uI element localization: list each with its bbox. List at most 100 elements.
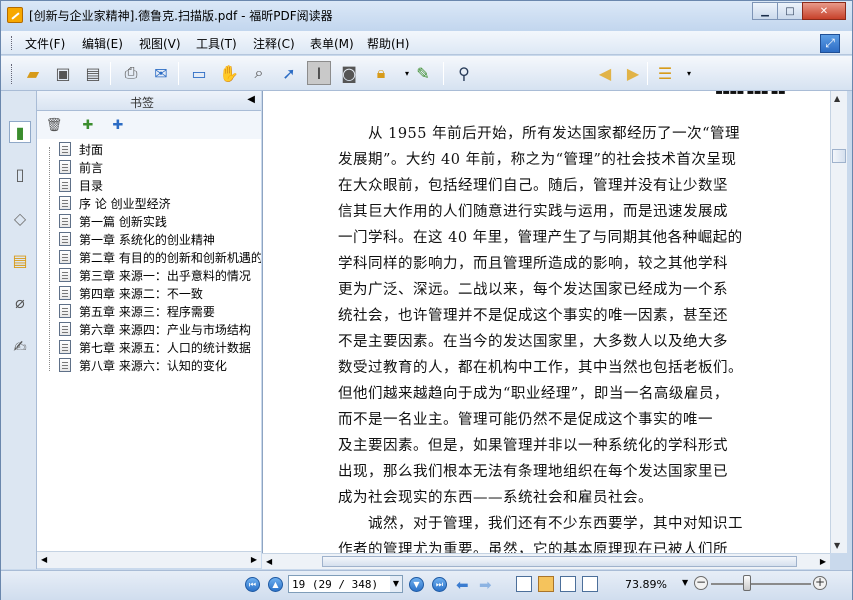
vertical-scroll-thumb[interactable] <box>832 149 846 163</box>
bookmark-item[interactable]: 第三章 来源一：出乎意料的情况 <box>59 266 251 284</box>
zoom-in-icon[interactable]: + <box>813 576 827 590</box>
first-page-icon[interactable]: ⏮ <box>245 577 260 592</box>
zoom-level[interactable]: 73.89% <box>625 578 667 591</box>
signatures-panel-icon[interactable]: ✍ <box>9 335 31 357</box>
page-top-fragment: ▪▪▪▪ ▪▪▪ ▪▪ <box>715 91 831 97</box>
bookmark-item[interactable]: 目录 <box>59 176 103 194</box>
bookmarks-toolbar: 🗑︎ ✚ ✚ <box>37 111 261 139</box>
bookmark-item[interactable]: 第一篇 创新实践 <box>59 212 167 230</box>
find-binoculars-icon[interactable]: ⚲ <box>452 61 476 85</box>
menu-comment[interactable]: 注释(C) <box>253 35 295 52</box>
back-view-icon[interactable]: ⬅ <box>456 576 469 594</box>
select-arrow-icon[interactable]: ➚ <box>277 61 301 85</box>
menu-help[interactable]: 帮助(H) <box>367 35 409 52</box>
document-vertical-scrollbar[interactable]: ▲ ▼ <box>830 91 847 553</box>
bookmark-item[interactable]: 第六章 来源四：产业与市场结构 <box>59 320 251 338</box>
bookmark-page-icon <box>59 286 71 300</box>
camera-icon[interactable]: ◙ <box>337 61 361 85</box>
bookmark-item[interactable]: 前言 <box>59 158 103 176</box>
page-text-line: 学科同样的影响力，而且管理所造成的影响，较之其他学科 <box>338 256 728 272</box>
bookmark-item[interactable]: 第八章 来源六：认知的变化 <box>59 356 227 374</box>
print-icon[interactable]: ⎙ <box>119 61 143 85</box>
open-folder-icon[interactable]: ▰ <box>21 61 45 85</box>
menu-file[interactable]: 文件(F) <box>25 35 65 52</box>
bookmark-page-icon <box>59 358 71 372</box>
scroll-down-icon[interactable]: ▼ <box>834 541 840 550</box>
menu-view[interactable]: 视图(V) <box>139 35 181 52</box>
bookmark-item[interactable]: 第五章 来源三：程序需要 <box>59 302 215 320</box>
save-icon[interactable]: ▣ <box>51 61 75 85</box>
add-child-bookmark-icon[interactable]: ✚ <box>109 116 127 134</box>
main-toolbar: ▰ ▣ ▤ ⎙ ✉ ▭ ✋ ⌕ ➚ Ⅰ ◙ 🔒︎ ▾ ✎ ⚲ ◀ ▶ ☰ ▾ <box>1 56 852 137</box>
bookmark-item[interactable]: 第一章 系统化的创业精神 <box>59 230 215 248</box>
bookmark-item[interactable]: 第四章 来源二：不一致 <box>59 284 203 302</box>
page-number-field[interactable] <box>288 575 403 593</box>
highlight-icon[interactable]: ☰ <box>653 61 677 85</box>
title-bar: [创新与企业家精神].德鲁克.扫描版.pdf - 福昕PDF阅读器 ▁ □ ✕ <box>1 1 852 31</box>
single-page-view-icon[interactable] <box>516 576 532 592</box>
attachments-panel-icon[interactable]: ⌀ <box>9 291 31 313</box>
bookmark-page-icon <box>59 268 71 282</box>
next-page-icon[interactable]: ▼ <box>409 577 424 592</box>
minimize-button[interactable]: ▁ <box>752 2 778 20</box>
bookmark-item[interactable]: 序 论 创业型经济 <box>59 194 171 212</box>
page-text-line: 一门学科。在这 40 年里，管理产生了与同期其他各种崛起的 <box>338 230 743 246</box>
add-bookmark-icon[interactable]: ✚ <box>79 116 97 134</box>
fullscreen-icon[interactable]: ▭ <box>187 61 211 85</box>
previous-page-icon[interactable]: ▲ <box>268 577 283 592</box>
zoom-slider-handle[interactable] <box>743 575 751 591</box>
zoom-out-icon[interactable]: − <box>694 576 708 590</box>
page-text-line: 统社会，也许管理并不是促成这个事实的唯一因素，甚至还 <box>338 308 728 324</box>
bookmark-page-icon <box>59 142 71 156</box>
horizontal-scroll-thumb[interactable] <box>322 556 797 567</box>
continuous-view-icon[interactable] <box>538 576 554 592</box>
maximize-button[interactable]: □ <box>777 2 803 20</box>
forward-view-icon[interactable]: ➡ <box>479 576 492 594</box>
page-text-line: 成为社会现实的东西——系统社会和雇员社会。 <box>338 490 653 506</box>
sign-icon[interactable]: ✎ <box>411 61 435 85</box>
page-dropdown-icon[interactable]: ▼ <box>390 576 402 592</box>
toolbar-grip[interactable] <box>11 64 14 84</box>
zoom-dropdown-icon[interactable]: ▼ <box>682 578 688 587</box>
next-match-icon[interactable]: ▶ <box>621 61 645 85</box>
highlight-dropdown-icon[interactable]: ▾ <box>677 61 701 85</box>
bookmark-item[interactable]: 第七章 来源五：人口的统计数据 <box>59 338 251 356</box>
delete-bookmark-icon[interactable]: 🗑︎ <box>45 116 63 134</box>
prev-match-icon[interactable]: ◀ <box>593 61 617 85</box>
menu-form[interactable]: 表单(M) <box>310 35 354 52</box>
bookmarks-panel-icon[interactable]: ▮ <box>9 121 31 143</box>
close-button[interactable]: ✕ <box>802 2 846 20</box>
collapse-panel-icon[interactable]: ◀ <box>247 94 255 105</box>
scroll-left-icon[interactable]: ◀ <box>266 557 272 566</box>
pages-panel-icon[interactable]: ▯ <box>9 163 31 185</box>
snapshot-zoom-icon[interactable]: ⌕ <box>247 61 271 85</box>
document-view[interactable]: ▪▪▪▪ ▪▪▪ ▪▪ 从 1955 年前后开始，所有发达国家都经历了一次“管理… <box>262 91 831 553</box>
zoom-slider-track[interactable] <box>711 583 811 585</box>
text-select-icon[interactable]: Ⅰ <box>307 61 331 85</box>
menu-tools[interactable]: 工具(T) <box>196 35 237 52</box>
scroll-right-icon[interactable]: ▶ <box>251 555 257 564</box>
scroll-left-icon[interactable]: ◀ <box>41 555 47 564</box>
rms-lock-icon[interactable]: 🔒︎ <box>369 61 393 85</box>
continuous-facing-view-icon[interactable] <box>582 576 598 592</box>
document-horizontal-scrollbar[interactable]: ◀ ▶ <box>262 553 830 569</box>
scroll-right-icon[interactable]: ▶ <box>820 557 826 566</box>
bookmark-item[interactable]: 第二章 有目的的创新和创新机遇的 <box>59 248 261 266</box>
expand-icon[interactable]: ⤢ <box>820 34 840 53</box>
bookmarks-horizontal-scrollbar[interactable]: ◀ ▶ <box>37 551 261 568</box>
page-text-line: 从 1955 年前后开始，所有发达国家都经历了一次“管理 <box>368 126 741 142</box>
email-icon[interactable]: ✉ <box>149 61 173 85</box>
comments-panel-icon[interactable]: ▤ <box>9 249 31 271</box>
layers-panel-icon[interactable]: ◇ <box>9 207 31 229</box>
page-text-line: 但他们越来越趋向于成为“职业经理”，即当一名高级雇员， <box>338 386 729 402</box>
last-page-icon[interactable]: ⏭ <box>432 577 447 592</box>
bookmark-item[interactable]: 封面 <box>59 140 103 158</box>
bookmark-page-icon <box>59 322 71 336</box>
facing-view-icon[interactable] <box>560 576 576 592</box>
hand-tool-icon[interactable]: ✋ <box>217 61 241 85</box>
save-as-icon[interactable]: ▤ <box>81 61 105 85</box>
menu-grip[interactable] <box>11 36 14 50</box>
menu-bar: 文件(F) 编辑(E) 视图(V) 工具(T) 注释(C) 表单(M) 帮助(H… <box>1 31 852 55</box>
menu-edit[interactable]: 编辑(E) <box>82 35 123 52</box>
scroll-up-icon[interactable]: ▲ <box>834 94 840 103</box>
